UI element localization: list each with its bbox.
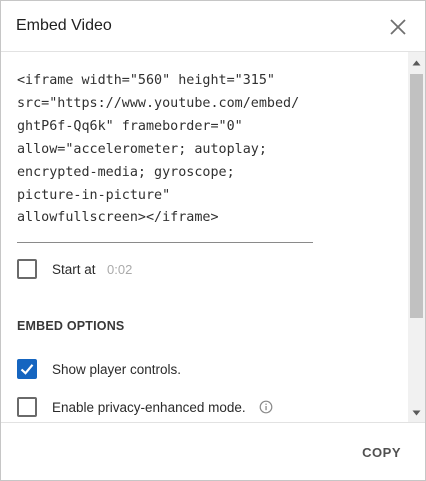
embed-code-line: picture-in-picture" bbox=[17, 187, 171, 203]
embed-code-line: encrypted-media; gyroscope; bbox=[17, 164, 235, 180]
show-player-controls-label: Show player controls. bbox=[52, 362, 182, 377]
scroll-up-arrow-icon[interactable] bbox=[412, 60, 421, 66]
start-at-time[interactable]: 0:02 bbox=[107, 262, 132, 278]
embed-video-dialog: Embed Video <iframe width="560" height="… bbox=[0, 0, 426, 481]
dialog-header: Embed Video bbox=[1, 1, 425, 52]
show-player-controls-checkbox[interactable] bbox=[17, 359, 37, 379]
embed-code-line: ghtP6f-Qq6k" frameborder="0" bbox=[17, 118, 243, 134]
close-icon bbox=[390, 19, 406, 35]
start-at-checkbox[interactable] bbox=[17, 259, 37, 279]
embed-code-textarea[interactable]: <iframe width="560" height="315" src="htt… bbox=[17, 70, 313, 243]
embed-code-line: src="https://www.youtube.com/embed/ bbox=[17, 95, 300, 111]
scroll-down-arrow-icon[interactable] bbox=[412, 410, 421, 416]
embed-code-line: allow="accelerometer; autoplay; bbox=[17, 141, 267, 157]
embed-options-heading: EMBED OPTIONS bbox=[17, 319, 125, 333]
scrollbar-thumb[interactable] bbox=[410, 74, 423, 318]
start-at-label: Start at bbox=[52, 262, 96, 277]
dialog-content: <iframe width="560" height="315" src="htt… bbox=[1, 52, 425, 422]
privacy-enhanced-mode-label: Enable privacy-enhanced mode. bbox=[52, 400, 246, 415]
embed-code-line: <iframe width="560" height="315" bbox=[17, 73, 275, 88]
dialog-title: Embed Video bbox=[16, 17, 112, 34]
checkmark-icon bbox=[20, 364, 34, 375]
privacy-enhanced-mode-checkbox[interactable] bbox=[17, 397, 37, 417]
close-button[interactable] bbox=[387, 16, 409, 38]
content-scrollbar[interactable] bbox=[408, 52, 425, 422]
copy-button[interactable]: COPY bbox=[362, 445, 401, 461]
dialog-footer: COPY bbox=[1, 422, 425, 481]
info-icon[interactable] bbox=[259, 400, 273, 414]
embed-code-line: allowfullscreen></iframe> bbox=[17, 210, 219, 226]
